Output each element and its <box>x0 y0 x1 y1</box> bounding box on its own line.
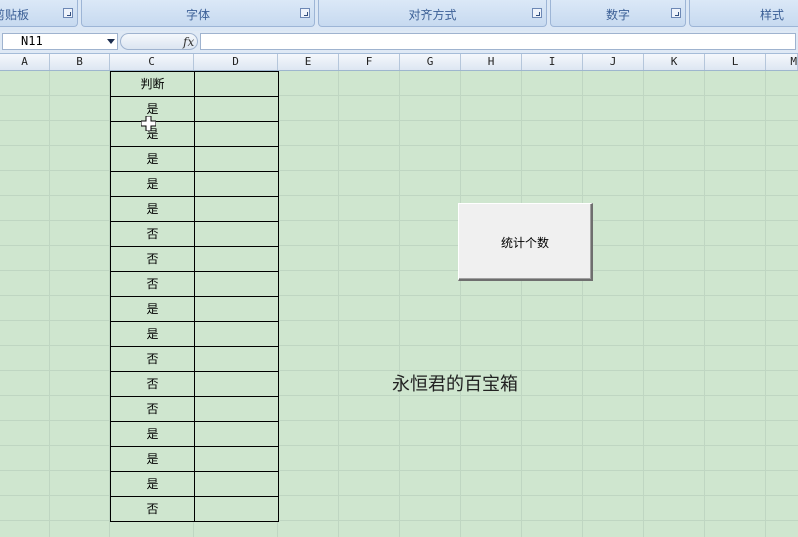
header-cell-judgement[interactable]: 判断 <box>110 71 195 97</box>
table-row: 是 <box>110 196 279 222</box>
cell-d[interactable] <box>194 346 279 372</box>
cell-judgement[interactable]: 否 <box>110 346 195 372</box>
cell-d[interactable] <box>194 196 279 222</box>
table-row: 否 <box>110 496 279 522</box>
dialog-launcher-icon[interactable] <box>300 8 310 18</box>
table-row: 是 <box>110 446 279 472</box>
ribbon-group-font: 字体 <box>81 0 315 27</box>
table-row: 是 <box>110 96 279 122</box>
column-header-f[interactable]: F <box>339 54 400 70</box>
cell-d[interactable] <box>194 96 279 122</box>
cell-judgement[interactable]: 否 <box>110 221 195 247</box>
column-header-m[interactable]: M <box>766 54 798 70</box>
formula-bar: N11 fx <box>0 31 798 54</box>
cell-d[interactable] <box>194 446 279 472</box>
fx-icon[interactable]: fx <box>183 34 194 50</box>
table-row: 否 <box>110 246 279 272</box>
cell-d[interactable] <box>194 221 279 247</box>
cell-judgement[interactable]: 否 <box>110 396 195 422</box>
column-header-b[interactable]: B <box>50 54 110 70</box>
cell-judgement[interactable]: 是 <box>110 421 195 447</box>
cell-judgement[interactable]: 否 <box>110 371 195 397</box>
cell-d[interactable] <box>194 421 279 447</box>
cell-d[interactable] <box>194 396 279 422</box>
column-header-a[interactable]: A <box>0 54 50 70</box>
cell-d[interactable] <box>194 321 279 347</box>
cell-judgement[interactable]: 否 <box>110 496 195 522</box>
ribbon-group-clipboard: 剪贴板 <box>0 0 78 27</box>
table-row: 是 <box>110 321 279 347</box>
ribbon-group-label: 字体 <box>185 8 210 22</box>
move-cursor-icon <box>141 116 156 131</box>
cell-d[interactable] <box>194 146 279 172</box>
table-row: 是 <box>110 146 279 172</box>
cell-judgement[interactable]: 是 <box>110 446 195 472</box>
table-row: 是 <box>110 471 279 497</box>
cell-judgement[interactable]: 是 <box>110 296 195 322</box>
name-box[interactable]: N11 <box>2 33 118 50</box>
cell-judgement[interactable]: 否 <box>110 271 195 297</box>
column-header-k[interactable]: K <box>644 54 705 70</box>
column-header-g[interactable]: G <box>400 54 461 70</box>
cell-judgement[interactable]: 否 <box>110 246 195 272</box>
table-row: 是 <box>110 421 279 447</box>
table-header-row: 判断 <box>110 71 279 97</box>
cell-d[interactable] <box>194 171 279 197</box>
cell-d[interactable] <box>194 271 279 297</box>
cell-d[interactable] <box>194 121 279 147</box>
table-row: 否 <box>110 221 279 247</box>
formula-input[interactable] <box>200 33 796 50</box>
ribbon-group-number: 数字 <box>550 0 686 27</box>
table-row: 是 <box>110 296 279 322</box>
table-row: 否 <box>110 396 279 422</box>
cell-judgement[interactable]: 是 <box>110 321 195 347</box>
cell-judgement[interactable]: 是 <box>110 471 195 497</box>
formula-controls: fx <box>120 33 198 50</box>
dropdown-arrow-icon[interactable] <box>107 39 115 44</box>
name-box-value: N11 <box>21 34 43 48</box>
ribbon-group-bar: 剪贴板 字体 对齐方式 数字 样式 <box>0 0 798 32</box>
ribbon-group-styles: 样式 <box>689 0 798 27</box>
cell-d[interactable] <box>194 371 279 397</box>
cell-d[interactable] <box>194 471 279 497</box>
column-header-d[interactable]: D <box>194 54 278 70</box>
ribbon-group-label: 样式 <box>760 8 785 22</box>
watermark-text: 永恒君的百宝箱 <box>392 374 518 395</box>
column-header-c[interactable]: C <box>110 54 194 70</box>
column-header-l[interactable]: L <box>705 54 766 70</box>
table-row: 否 <box>110 371 279 397</box>
cell-d[interactable] <box>194 246 279 272</box>
ribbon-group-alignment: 对齐方式 <box>318 0 547 27</box>
dialog-launcher-icon[interactable] <box>63 8 73 18</box>
column-headers: A B C D E F G H I J K L M <box>0 54 798 71</box>
count-button[interactable]: 统计个数 <box>458 203 593 281</box>
cell-judgement[interactable]: 是 <box>110 196 195 222</box>
ribbon-group-label: 对齐方式 <box>408 8 457 22</box>
dialog-launcher-icon[interactable] <box>671 8 681 18</box>
column-header-j[interactable]: J <box>583 54 644 70</box>
ribbon-group-label: 数字 <box>605 8 630 22</box>
cell-d[interactable] <box>194 496 279 522</box>
column-header-e[interactable]: E <box>278 54 339 70</box>
dialog-launcher-icon[interactable] <box>532 8 542 18</box>
table-row: 是 <box>110 121 279 147</box>
cell-d[interactable] <box>194 296 279 322</box>
cell-judgement[interactable]: 是 <box>110 146 195 172</box>
table-row: 否 <box>110 346 279 372</box>
table-row: 否 <box>110 271 279 297</box>
judgement-table: 判断 是是是是是否否否是是否否否是是是否 <box>110 71 279 522</box>
table-row: 是 <box>110 171 279 197</box>
column-header-i[interactable]: I <box>522 54 583 70</box>
column-header-h[interactable]: H <box>461 54 522 70</box>
cell-judgement[interactable]: 是 <box>110 171 195 197</box>
header-cell-d[interactable] <box>194 71 279 97</box>
